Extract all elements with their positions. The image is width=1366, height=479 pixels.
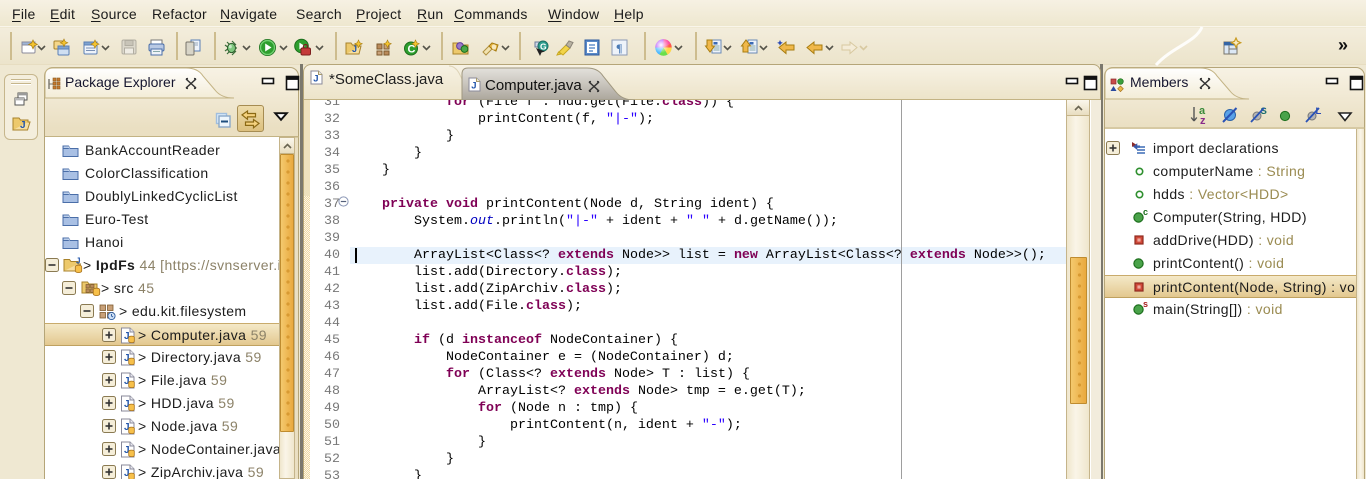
svg-text:¶: ¶ [616,41,622,55]
svg-text:J: J [471,81,476,92]
svg-text:J: J [313,74,318,85]
svg-text:c: c [1143,207,1148,217]
svg-text:s: s [1143,299,1148,309]
svg-text:J: J [352,44,357,54]
svg-text:J: J [20,120,26,131]
svg-text:z: z [1200,115,1206,127]
svg-text:J: J [76,257,81,266]
